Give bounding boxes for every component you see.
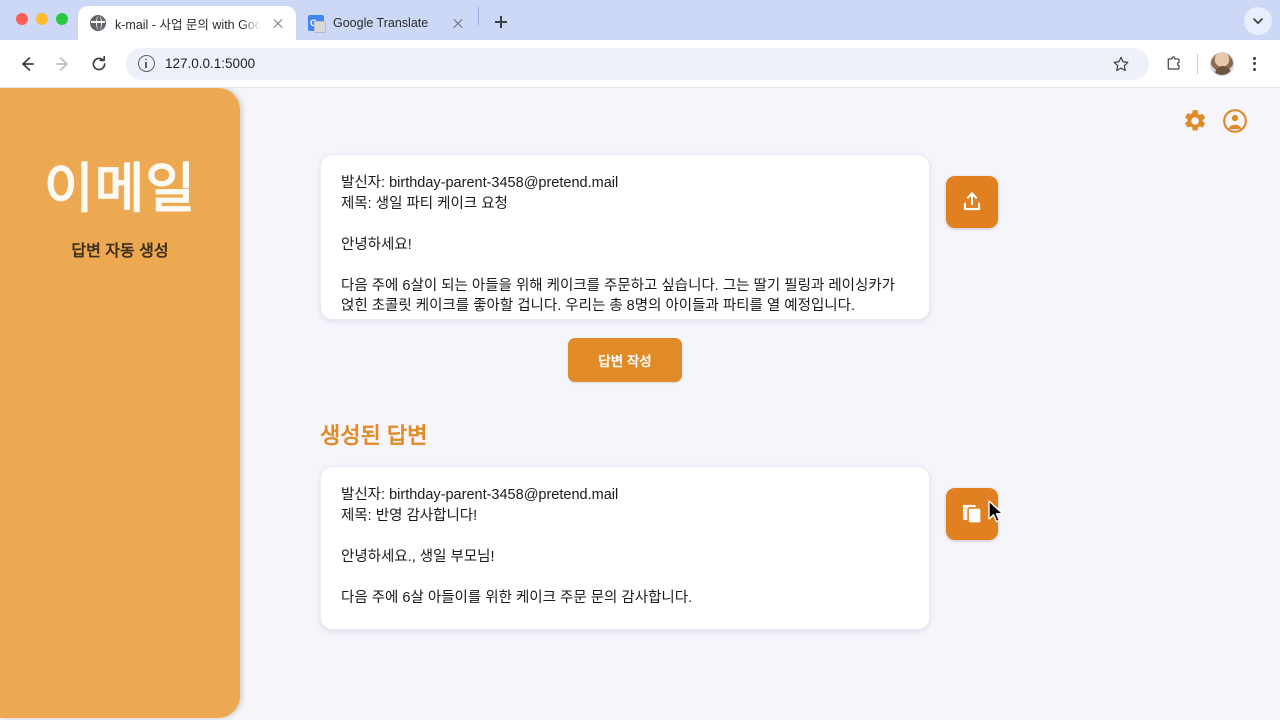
window-controls[interactable] [16, 13, 68, 25]
generated-reply-heading: 생성된 답변 [320, 418, 930, 450]
generated-email-row: 발신자: birthday-parent-3458@pretend.mail 제… [320, 466, 1200, 630]
reload-icon[interactable] [82, 47, 116, 81]
new-tab-button[interactable] [487, 8, 515, 36]
app-sidebar: 이메일 답변 자동 생성 [0, 88, 240, 718]
close-window-dot[interactable] [16, 13, 28, 25]
chevron-down-icon[interactable] [1244, 7, 1272, 35]
app-brand-subtitle: 답변 자동 생성 [0, 237, 240, 261]
copy-icon [959, 501, 985, 527]
header-icon-group [1182, 108, 1248, 134]
star-icon[interactable] [1105, 48, 1137, 80]
tab-strip: k-mail - 사업 문의 with Google G Google Tran… [0, 0, 1280, 40]
content-column: 발신자: birthday-parent-3458@pretend.mail 제… [320, 154, 1200, 630]
extensions-icon[interactable] [1157, 48, 1189, 80]
globe-icon [90, 15, 106, 31]
forward-icon[interactable] [46, 47, 80, 81]
tab-kmail[interactable]: k-mail - 사업 문의 with Google [78, 6, 296, 40]
minimize-window-dot[interactable] [36, 13, 48, 25]
info-icon[interactable] [138, 55, 155, 72]
google-translate-icon: G [308, 15, 324, 31]
user-circle-icon[interactable] [1222, 108, 1248, 134]
browser-toolbar: 127.0.0.1:5000 [0, 40, 1280, 88]
copy-button[interactable] [946, 488, 998, 540]
upload-button[interactable] [946, 176, 998, 228]
maximize-window-dot[interactable] [56, 13, 68, 25]
upload-icon [959, 189, 985, 215]
compose-reply-button[interactable]: 답변 작성 [568, 338, 681, 382]
tab-strip-right [1244, 7, 1280, 40]
url-text: 127.0.0.1:5000 [165, 56, 255, 71]
address-bar[interactable]: 127.0.0.1:5000 [126, 48, 1149, 80]
toolbar-divider [1197, 54, 1198, 74]
menu-kebab-icon[interactable] [1238, 48, 1270, 80]
tab-title: Google Translate [333, 16, 441, 30]
tab-divider [478, 7, 479, 25]
tab-title: k-mail - 사업 문의 with Google [115, 14, 261, 33]
main-content: 발신자: birthday-parent-3458@pretend.mail 제… [240, 88, 1280, 720]
compose-button-wrap: 답변 작성 [320, 338, 930, 382]
browser-window: k-mail - 사업 문의 with Google G Google Tran… [0, 0, 1280, 720]
tab-google-translate[interactable]: G Google Translate [296, 6, 476, 40]
avatar [1210, 52, 1234, 76]
close-icon[interactable] [270, 15, 286, 31]
incoming-email-row: 발신자: birthday-parent-3458@pretend.mail 제… [320, 154, 1200, 320]
app-brand-title: 이메일 [0, 160, 240, 219]
generated-email-card: 발신자: birthday-parent-3458@pretend.mail 제… [320, 466, 930, 630]
incoming-email-card: 발신자: birthday-parent-3458@pretend.mail 제… [320, 154, 930, 320]
back-icon[interactable] [10, 47, 44, 81]
page-viewport: 이메일 답변 자동 생성 [0, 88, 1280, 720]
gear-icon[interactable] [1182, 108, 1208, 134]
profile-avatar[interactable] [1206, 48, 1238, 80]
close-icon[interactable] [450, 15, 466, 31]
